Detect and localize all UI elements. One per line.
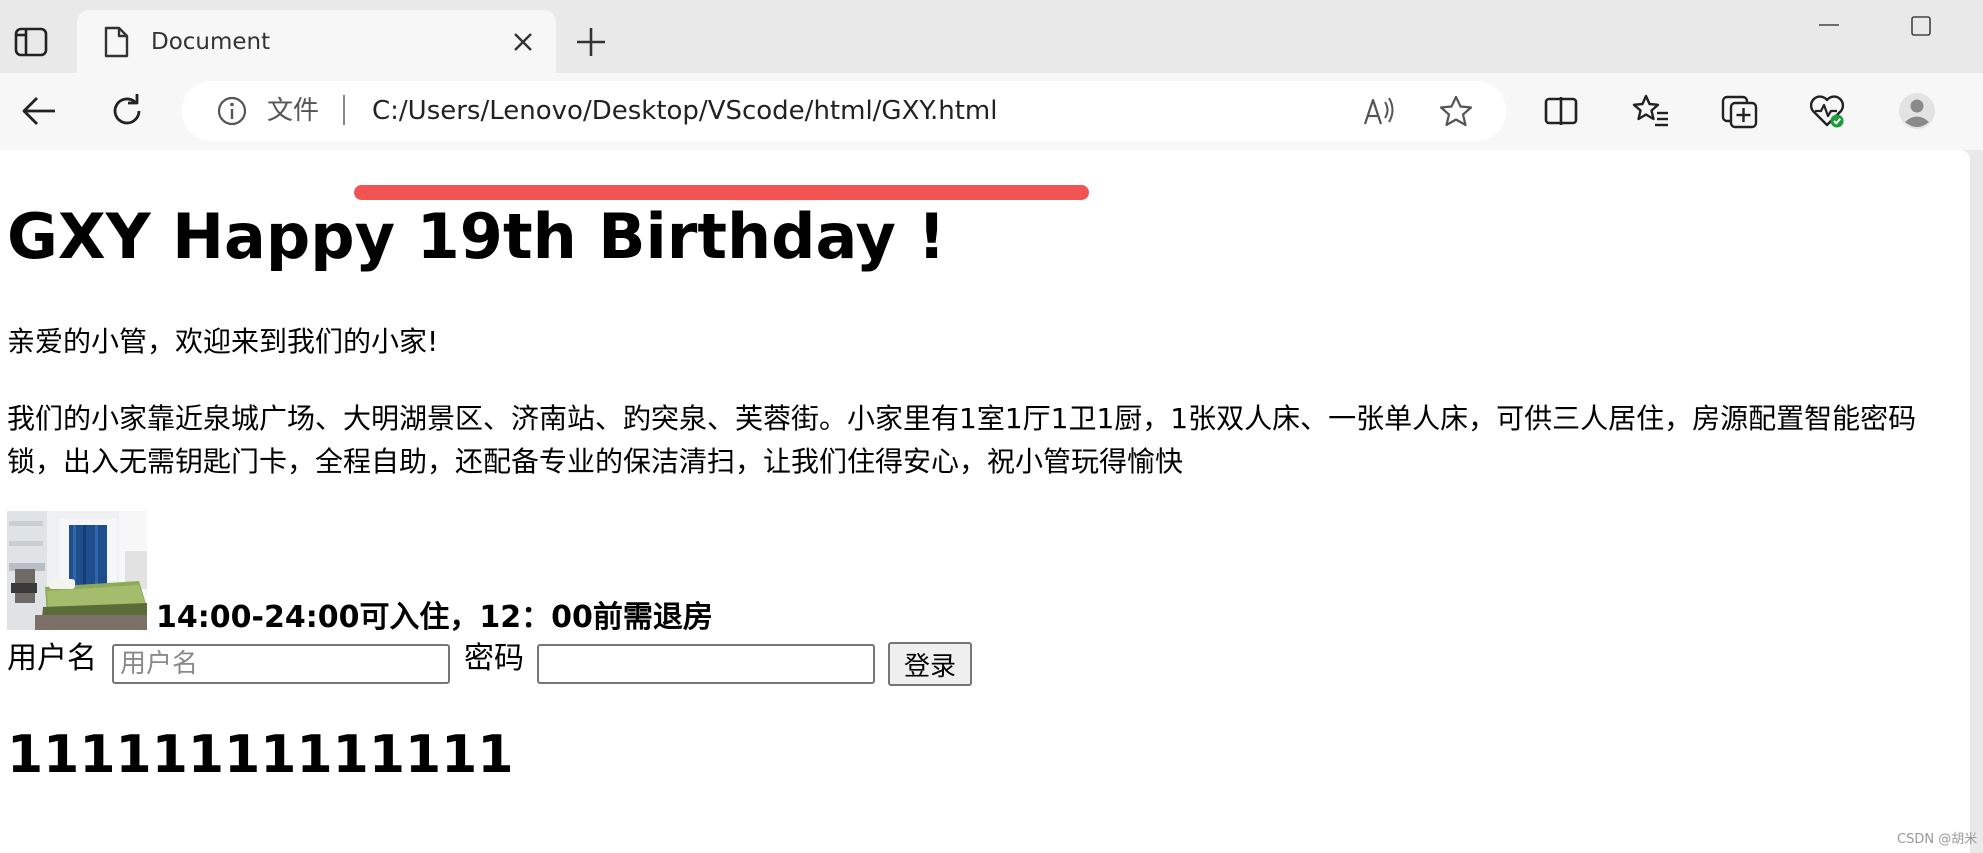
profile-icon[interactable] xyxy=(1897,91,1937,131)
address-bar[interactable]: 文件 C:/Users/Lenovo/Desktop/VScode/html/G… xyxy=(182,81,1506,141)
read-aloud-icon[interactable] xyxy=(1362,94,1398,128)
url-text[interactable]: C:/Users/Lenovo/Desktop/VScode/html/GXY.… xyxy=(372,95,998,127)
maximize-icon[interactable] xyxy=(1909,14,1933,38)
close-icon[interactable] xyxy=(511,30,535,54)
description-text: 我们的小家靠近泉城广场、大明湖景区、济南站、趵突泉、芙蓉街。小家里有1室1厅1卫… xyxy=(7,402,1917,478)
watermark: CSDN @胡米 xyxy=(1897,832,1978,847)
active-tab[interactable]: Document xyxy=(77,10,556,73)
address-divider xyxy=(343,95,345,125)
tab-strip: Document xyxy=(0,0,1983,73)
back-arrow-icon[interactable] xyxy=(19,91,59,131)
page-viewport: GXY Happy 19th Birthday ! 亲爱的小管，欢迎来到我们的小… xyxy=(0,150,1970,853)
password-input[interactable] xyxy=(537,644,875,684)
protocol-label: 文件 xyxy=(267,96,320,126)
login-button[interactable]: 登录 xyxy=(888,642,972,686)
star-icon[interactable] xyxy=(1438,94,1474,128)
favorites-list-icon[interactable] xyxy=(1631,91,1671,131)
password-label: 密码 xyxy=(464,641,524,676)
collections-icon[interactable] xyxy=(1720,91,1760,131)
username-label: 用户名 xyxy=(7,641,97,676)
page-heading: GXY Happy 19th Birthday ! xyxy=(7,200,946,273)
browser-essentials-icon[interactable] xyxy=(1807,91,1847,131)
tab-actions-icon[interactable] xyxy=(12,26,50,58)
tab-title: Document xyxy=(151,29,271,55)
room-photo xyxy=(7,511,147,630)
refresh-icon[interactable] xyxy=(107,91,147,131)
browser-window: Document 文件 C:/Users/Lenovo/Desktop/VSco… xyxy=(0,0,1983,853)
page-icon xyxy=(104,26,129,58)
browser-toolbar: 文件 C:/Users/Lenovo/Desktop/VScode/html/G… xyxy=(0,73,1983,150)
username-input[interactable] xyxy=(112,644,450,684)
minimize-icon[interactable] xyxy=(1815,14,1843,36)
login-form: 用户名 密码 登录 xyxy=(7,638,1007,686)
split-screen-icon[interactable] xyxy=(1541,91,1581,131)
plus-icon[interactable] xyxy=(574,25,608,59)
info-icon[interactable] xyxy=(216,95,248,127)
greeting-text: 亲爱的小管，欢迎来到我们的小家! xyxy=(7,325,439,358)
big-number-heading: 11111111111111 xyxy=(7,725,514,785)
checkin-note: 14:00-24:00可入住，12：00前需退房 xyxy=(156,600,713,635)
